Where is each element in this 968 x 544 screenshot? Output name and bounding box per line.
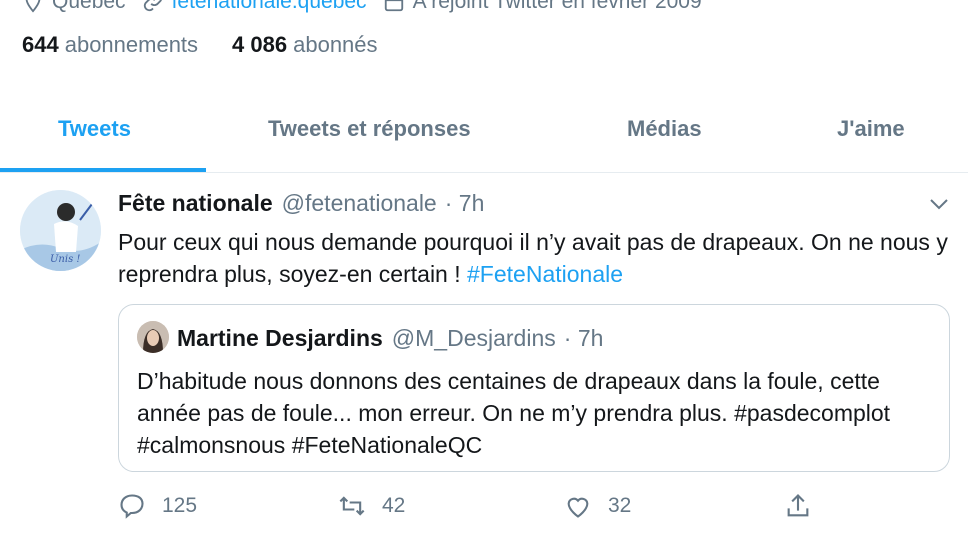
- quoted-author-handle[interactable]: @M_Desjardins: [392, 325, 556, 352]
- share-icon: [787, 494, 809, 517]
- quoted-header: Martine Desjardins @M_Desjardins · 7h: [177, 325, 603, 352]
- following-count: 644: [22, 32, 59, 57]
- following-link[interactable]: 644 abonnements: [22, 32, 198, 58]
- calendar-icon: [384, 0, 403, 12]
- like-icon: [567, 497, 589, 518]
- hashtag-link[interactable]: #FeteNationale: [467, 261, 623, 287]
- location-text: Québec: [52, 0, 126, 13]
- joined-date: A rejoint Twitter en février 2009: [383, 0, 702, 14]
- reply-count: 125: [162, 494, 198, 517]
- followers-label: abonnés: [293, 32, 378, 57]
- location-icon: [25, 0, 41, 13]
- share-button[interactable]: [784, 492, 812, 520]
- active-tab-indicator: [0, 168, 206, 172]
- retweet-button[interactable]: 42: [338, 492, 405, 520]
- followers-count: 4 086: [232, 32, 288, 57]
- like-count: 32: [608, 494, 632, 517]
- link-icon: [143, 0, 162, 12]
- tweet-actions: 125 42 32: [118, 492, 838, 524]
- joined-text: A rejoint Twitter en février 2009: [412, 0, 702, 13]
- author-handle[interactable]: @fetenationale: [282, 190, 437, 217]
- followers-link[interactable]: 4 086 abonnés: [232, 32, 377, 58]
- profile-tabs: Tweets Tweets et réponses Médias J'aime: [0, 100, 968, 173]
- quoted-time[interactable]: · 7h: [564, 325, 604, 352]
- author-name[interactable]: Fête nationale: [118, 190, 273, 217]
- tweet-header: Fête nationale @fetenationale · 7h: [118, 190, 484, 217]
- follow-stats: 644 abonnements 4 086 abonnés: [22, 32, 378, 58]
- quoted-author-name[interactable]: Martine Desjardins: [177, 325, 383, 352]
- tweet-text: Pour ceux qui nous demande pourquoi il n…: [118, 226, 954, 290]
- reply-button[interactable]: 125: [118, 492, 197, 520]
- retweet-icon: [339, 496, 365, 516]
- tweet[interactable]: Unis ! Fête nationale @fetenationale · 7…: [0, 174, 968, 544]
- like-button[interactable]: 32: [564, 492, 631, 520]
- reply-icon: [120, 494, 144, 519]
- tab-tweets-replies[interactable]: Tweets et réponses: [268, 116, 471, 142]
- quoted-avatar[interactable]: [137, 321, 169, 353]
- quoted-tweet[interactable]: Martine Desjardins @M_Desjardins · 7h D’…: [118, 304, 950, 472]
- tab-media[interactable]: Médias: [627, 116, 702, 142]
- quoted-text: D’habitude nous donnons des centaines de…: [137, 368, 891, 458]
- avatar-caption: Unis !: [50, 254, 80, 265]
- following-label: abonnements: [64, 32, 199, 57]
- tab-tweets[interactable]: Tweets: [58, 116, 131, 142]
- tweet-time[interactable]: · 7h: [445, 190, 485, 217]
- chevron-down-icon[interactable]: [928, 196, 950, 212]
- profile-meta-row: Québec fetenationale.quebec A rejoint Tw…: [22, 0, 702, 16]
- location: Québec: [22, 0, 126, 14]
- avatar[interactable]: Unis !: [20, 190, 101, 271]
- website[interactable]: fetenationale.quebec: [142, 0, 367, 14]
- website-link[interactable]: fetenationale.quebec: [172, 0, 367, 14]
- retweet-count: 42: [382, 494, 406, 517]
- tab-likes[interactable]: J'aime: [837, 116, 905, 142]
